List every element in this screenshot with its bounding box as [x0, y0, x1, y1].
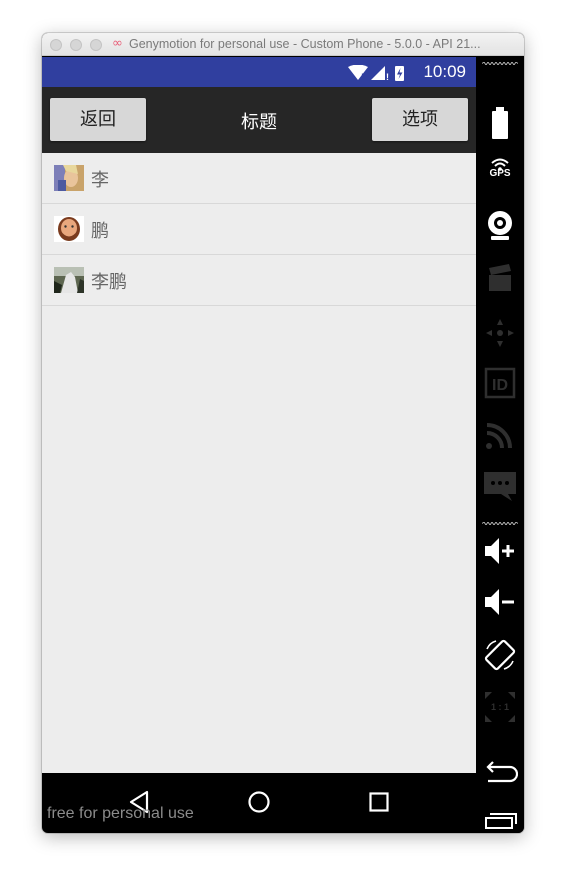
- list-item-label: 李: [91, 170, 109, 191]
- back-icon[interactable]: [482, 755, 518, 791]
- battery-icon[interactable]: [482, 105, 518, 141]
- back-button[interactable]: 返回: [50, 98, 146, 141]
- zoom-window-button[interactable]: [90, 39, 102, 51]
- android-nav-bar: [42, 773, 476, 833]
- video-clapper-icon[interactable]: [482, 261, 518, 297]
- status-bar: ! ! 10:09: [42, 57, 476, 87]
- cell-signal-icon: [371, 66, 385, 80]
- options-button[interactable]: 选项: [372, 98, 468, 141]
- avatar-icon: [54, 267, 84, 293]
- webcam-icon[interactable]: [482, 208, 518, 244]
- app-toolbar: 返回 标题 选项: [42, 87, 476, 153]
- volume-up-icon[interactable]: [482, 533, 518, 569]
- emulator-sidebar: GPS ID 1: 1: [476, 57, 524, 833]
- svg-text:!: !: [386, 72, 389, 81]
- status-time: 10:09: [423, 62, 466, 81]
- wifi-icon: [348, 65, 368, 80]
- window-titlebar: ∞ Genymotion for personal use - Custom P…: [42, 33, 524, 56]
- emulator-window: ∞ Genymotion for personal use - Custom P…: [42, 33, 524, 833]
- contact-list: 李 鹏 李鹏: [42, 153, 476, 306]
- genymotion-logo-icon: ∞: [112, 36, 123, 51]
- grip-divider: [482, 62, 518, 65]
- square-recents-icon[interactable]: [369, 792, 389, 812]
- pixel-label: 1 : 1: [491, 702, 509, 712]
- cast-icon[interactable]: [482, 417, 518, 453]
- list-item-label: 鹏: [91, 221, 109, 242]
- dpad-icon[interactable]: [482, 315, 518, 351]
- status-icons: ! !: [348, 65, 404, 81]
- id-icon[interactable]: ID: [482, 365, 518, 401]
- watermark: free for personal use: [47, 805, 194, 822]
- minimize-window-button[interactable]: [70, 39, 82, 51]
- volume-down-icon[interactable]: [482, 584, 518, 620]
- circle-home-icon[interactable]: [247, 790, 271, 814]
- list-item[interactable]: 鹏: [42, 204, 476, 255]
- avatar-icon: [54, 216, 84, 242]
- grip-divider: [482, 522, 518, 525]
- rotate-icon[interactable]: [482, 637, 518, 673]
- list-item-label: 李鹏: [91, 272, 127, 293]
- avatar-icon: [54, 165, 84, 191]
- close-window-button[interactable]: [50, 39, 62, 51]
- pixel-perfect-icon[interactable]: 1 : 1: [482, 689, 518, 725]
- phone-screen: ! ! 10:09 返回 标题 选项 李 鹏 李鹏 free for perso…: [42, 57, 476, 833]
- page-title: 标题: [241, 112, 277, 133]
- list-item[interactable]: 李鹏: [42, 255, 476, 306]
- window-title: Genymotion for personal use - Custom Pho…: [129, 37, 481, 51]
- svg-text:!: !: [361, 72, 364, 81]
- recent-apps-icon[interactable]: [482, 809, 518, 833]
- gps-label: GPS: [489, 168, 511, 179]
- list-item[interactable]: 李: [42, 153, 476, 204]
- sms-icon[interactable]: [482, 468, 518, 504]
- id-label: ID: [492, 377, 508, 394]
